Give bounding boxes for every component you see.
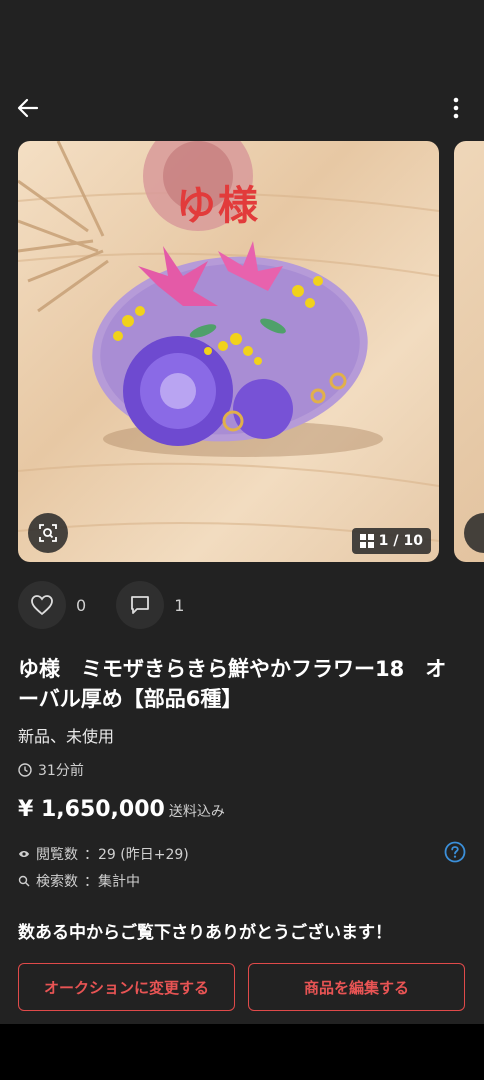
search-icon — [18, 875, 30, 887]
views-value: ：29 (昨日+29) — [84, 847, 189, 863]
searches-stat: 検索数 ：集計中 — [18, 871, 140, 891]
counter-current: 1 — [378, 533, 389, 549]
help-icon[interactable] — [444, 841, 466, 863]
next-product-photo[interactable] — [454, 141, 484, 562]
views-stat: 閲覧数 ：29 (昨日+29) — [18, 844, 189, 864]
image-carousel[interactable]: ゆ様 1 / 10 — [0, 141, 484, 562]
counter-total: 10 — [403, 533, 423, 549]
views-label: 閲覧数 — [36, 847, 78, 863]
image-search-icon — [39, 524, 57, 542]
seller-message: 数ある中からご覧下さりありがとうございます！ — [18, 923, 392, 943]
clock-icon — [18, 763, 32, 777]
grid-icon — [359, 534, 374, 548]
comment-button[interactable] — [116, 581, 165, 629]
like-button[interactable] — [18, 581, 66, 629]
price: ¥ 1,650,000 — [18, 797, 165, 822]
comment-icon — [131, 596, 150, 614]
item-title: ゆ様 ミモザきらきら鮮やかフラワー18 オーバル厚め【部品6種】 — [18, 657, 447, 711]
posted-time: 31分前 — [18, 760, 84, 780]
eye-icon — [19, 851, 29, 857]
counter-separator: / — [393, 533, 399, 549]
image-search-button[interactable] — [28, 513, 68, 553]
edit-item-button[interactable]: 商品を編集する — [248, 963, 465, 1011]
searches-value: ：集計中 — [84, 874, 140, 890]
posted-time-text: 31分前 — [38, 763, 84, 779]
back-button[interactable] — [12, 92, 44, 124]
price-row: ¥ 1,650,000 送料込み — [18, 797, 225, 822]
comment-count: 1 — [174, 595, 185, 615]
engagement-bar: 0 1 — [18, 581, 214, 629]
more-options-button[interactable] — [440, 92, 472, 124]
next-image-search-button[interactable] — [464, 513, 484, 553]
item-condition: 新品、未使用 — [18, 727, 115, 746]
arrow-left-icon — [17, 98, 39, 118]
product-photo[interactable]: ゆ様 1 / 10 — [18, 141, 439, 562]
searches-label: 検索数 — [36, 874, 78, 890]
top-app-bar — [0, 0, 484, 140]
like-count: 0 — [76, 595, 87, 615]
more-vertical-icon — [453, 97, 459, 119]
overlay-text: ゆ様 — [176, 183, 260, 229]
image-counter[interactable]: 1 / 10 — [351, 528, 431, 554]
change-to-auction-button[interactable]: オークションに変更する — [18, 963, 235, 1011]
system-nav-bar — [0, 1024, 484, 1080]
heart-icon — [31, 595, 53, 616]
shipping-label: 送料込み — [168, 804, 225, 820]
